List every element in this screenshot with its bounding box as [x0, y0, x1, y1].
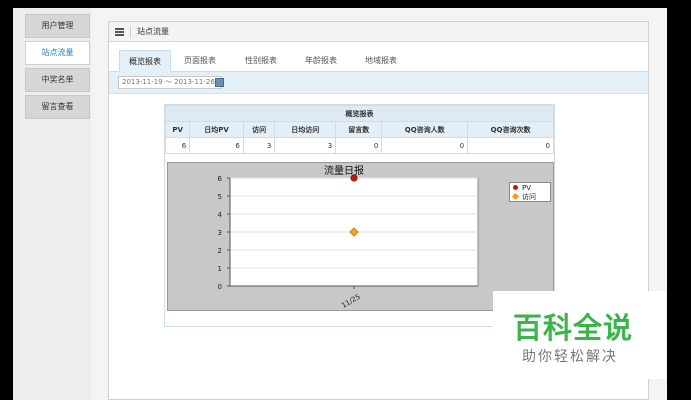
column-header: QQ咨询次数 [467, 121, 554, 138]
app-frame: 用户管理 站点流量 中奖名单 留言查看 站点流量 概览报表 页面报表 性别报表 … [13, 8, 667, 400]
table-cell: 0 [381, 137, 469, 154]
table-cell: 3 [274, 137, 337, 154]
sidebar-item-site-traffic[interactable]: 站点流量 [25, 41, 90, 65]
x-tick-label: 11/25 [340, 293, 361, 310]
date-range-input[interactable]: 2013-11-19 ～ 2013-11-26 [118, 76, 224, 89]
legend-entry-pv: PV [513, 184, 531, 193]
column-header: PV [164, 121, 191, 138]
table-cell: 6 [189, 137, 244, 154]
column-header: 留言数 [335, 121, 383, 138]
sidebar-item-user-management[interactable]: 用户管理 [25, 14, 90, 38]
column-header: QQ咨询人数 [381, 121, 469, 138]
data-point-pv [350, 174, 358, 182]
menu-icon[interactable] [115, 28, 124, 36]
y-tick-label: 4 [218, 211, 223, 219]
tab-age-report[interactable]: 年龄报表 [295, 50, 347, 72]
traffic-chart-svg: 流量日报 0 1 2 3 4 5 6 11/25 [218, 164, 479, 310]
watermark-main-text: 百科全说 [513, 311, 634, 345]
chart-title: 流量日报 [324, 164, 364, 177]
table-cell: 3 [242, 137, 276, 154]
summary-table: 概览报表 PV 日均PV 访问 日均访问 留言数 QQ咨询人数 QQ咨询次数 6633000 [164, 105, 554, 154]
y-tick-label: 1 [218, 265, 222, 273]
sidebar-item-messages[interactable]: 留言查看 [25, 95, 90, 119]
page-title: 站点流量 [137, 27, 169, 36]
legend-marker-pv [513, 185, 518, 190]
report-tabs: 概览报表 页面报表 性别报表 年龄报表 地域报表 [109, 50, 648, 72]
legend-label-visits: 访问 [522, 193, 536, 201]
sidebar-item-winner-list[interactable]: 中奖名单 [25, 68, 90, 92]
table-cell: 0 [335, 137, 383, 154]
title-divider [130, 26, 131, 38]
legend-entry-visits: 访问 [511, 192, 536, 202]
panel-titlebar: 站点流量 [109, 22, 648, 42]
legend-marker-visits [511, 192, 520, 201]
tab-gender-report[interactable]: 性别报表 [235, 50, 287, 72]
y-tick-label: 3 [218, 229, 222, 237]
date-range-value: 2013-11-19 ～ 2013-11-26 [122, 78, 215, 86]
date-filter-bar: 2013-11-19 ～ 2013-11-26 [109, 72, 648, 94]
column-header: 访问 [242, 121, 276, 138]
y-tick-label: 2 [218, 247, 222, 255]
table-cell: 0 [467, 137, 554, 154]
column-header: 日均访问 [274, 121, 337, 138]
y-tick-label: 5 [218, 193, 222, 201]
summary-table-header: PV 日均PV 访问 日均访问 留言数 QQ咨询人数 QQ咨询次数 [164, 121, 554, 138]
watermark-logo: 百科全说 助你轻松解决 [493, 291, 666, 379]
watermark-sub-text: 助你轻松解决 [522, 349, 618, 365]
summary-table-caption: 概览报表 [165, 105, 554, 122]
chart-legend: PV 访问 [509, 182, 551, 202]
y-tick-label: 0 [218, 283, 222, 291]
sidebar: 用户管理 站点流量 中奖名单 留言查看 [13, 8, 91, 400]
calendar-icon[interactable] [215, 78, 224, 87]
legend-label-pv: PV [522, 184, 532, 192]
y-tick-label: 6 [218, 175, 223, 183]
table-row: 6633000 [164, 137, 554, 154]
traffic-chart: 流量日报 0 1 2 3 4 5 6 11/25 PV 访问 [167, 162, 554, 311]
column-header: 日均PV [189, 121, 244, 138]
tab-region-report[interactable]: 地域报表 [355, 50, 407, 72]
tab-overview-report[interactable]: 概览报表 [119, 50, 171, 72]
table-cell: 6 [164, 137, 191, 154]
tab-page-report[interactable]: 页面报表 [174, 50, 226, 72]
